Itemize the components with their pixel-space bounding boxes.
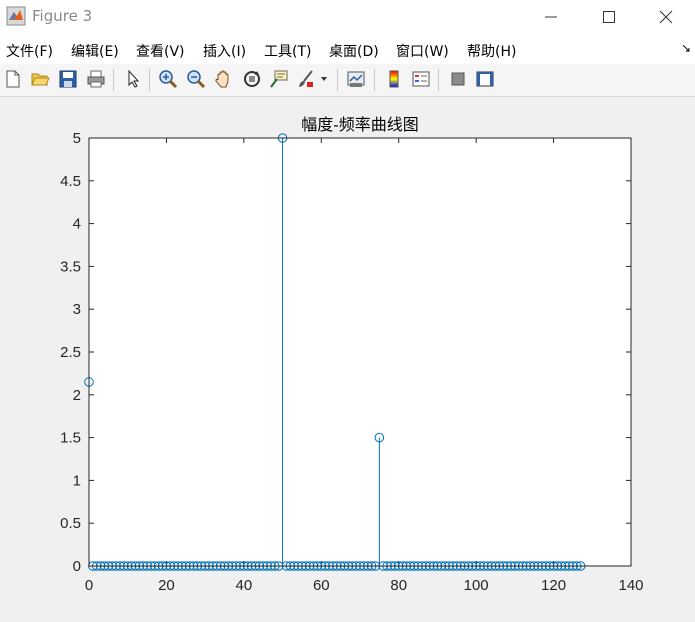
rotate-3d-icon <box>244 71 260 87</box>
rotate-3d-button[interactable] <box>240 67 264 91</box>
data-cursor-icon <box>270 70 288 88</box>
print-button[interactable] <box>84 67 108 91</box>
y-tick-label: 5 <box>73 130 81 147</box>
legend-button[interactable] <box>409 67 433 91</box>
x-tick-label: 140 <box>618 577 643 594</box>
x-tick-label: 0 <box>85 577 93 594</box>
link-plot-icon <box>347 71 365 87</box>
axes-background <box>89 138 631 566</box>
menu-desktop[interactable]: 桌面(D) <box>329 41 379 61</box>
brush-button[interactable] <box>294 67 318 91</box>
show-plot-tools-icon <box>476 71 494 87</box>
close-button[interactable] <box>637 0 695 34</box>
menu-help[interactable]: 帮助(H) <box>467 41 516 61</box>
y-tick-label: 1 <box>73 472 81 489</box>
x-tick-label: 60 <box>313 577 330 594</box>
colorbar-icon <box>389 70 399 88</box>
y-tick-label: 3 <box>73 301 81 318</box>
data-cursor-button[interactable] <box>267 67 291 91</box>
y-tick-label: 0.5 <box>60 515 81 532</box>
toolbar-separator <box>438 69 439 91</box>
edit-plot-arrow-icon <box>128 69 140 88</box>
menu-insert[interactable]: 插入(I) <box>203 41 246 61</box>
x-tick-label: 80 <box>390 577 407 594</box>
menu-bar: 文件(F) 编辑(E) 查看(V) 插入(I) 工具(T) 桌面(D) 窗口(W… <box>0 34 695 64</box>
x-tick-label: 40 <box>236 577 253 594</box>
toolbar-separator <box>374 69 375 91</box>
dock-arrow-icon[interactable]: ↘ <box>681 41 691 55</box>
save-icon <box>59 70 77 88</box>
new-figure-button[interactable] <box>1 67 25 91</box>
zoom-in-icon <box>159 70 178 89</box>
minimize-icon <box>545 16 557 18</box>
chart-title: 幅度-频率曲线图 <box>301 115 418 134</box>
legend-icon <box>412 71 430 87</box>
y-tick-label: 0 <box>73 558 81 575</box>
zoom-out-icon <box>187 70 206 89</box>
maximize-icon <box>603 11 615 23</box>
colorbar-button[interactable] <box>382 67 406 91</box>
matlab-logo-icon <box>6 6 26 26</box>
toolbar-separator <box>337 69 338 91</box>
figure-canvas: 0 20 40 60 80 100 120 140 0 0.5 1 1.5 2 2.5 3 3.5 4 4.5 5 … <box>0 97 695 622</box>
new-figure-icon <box>6 70 20 88</box>
x-tick-label: 100 <box>464 577 489 594</box>
x-tick-label: 20 <box>158 577 175 594</box>
menu-file[interactable]: 文件(F) <box>6 41 53 61</box>
brush-dropdown-icon <box>321 77 327 81</box>
y-tick-label: 4 <box>73 216 81 233</box>
print-icon <box>87 70 105 88</box>
close-icon <box>659 10 673 24</box>
y-tick-label: 2.5 <box>60 344 81 361</box>
window-title: Figure 3 <box>32 7 93 25</box>
brush-icon <box>299 70 313 87</box>
open-file-icon <box>31 73 50 86</box>
save-button[interactable] <box>56 67 80 91</box>
pan-hand-icon <box>215 70 229 88</box>
y-tick-label: 2 <box>73 387 81 404</box>
x-tick-label: 120 <box>541 577 566 594</box>
zoom-out-button[interactable] <box>184 67 208 91</box>
y-tick-label: 4.5 <box>60 173 81 190</box>
hide-plot-tools-button[interactable] <box>446 67 470 91</box>
brush-dropdown-button[interactable] <box>318 67 330 91</box>
toolbar-separator <box>149 69 150 91</box>
toolbar-separator <box>113 69 114 91</box>
menu-edit[interactable]: 编辑(E) <box>71 41 119 61</box>
open-file-button[interactable] <box>28 67 52 91</box>
menu-view[interactable]: 查看(V) <box>136 41 185 61</box>
y-tick-label: 1.5 <box>60 430 81 447</box>
menu-window[interactable]: 窗口(W) <box>396 41 449 61</box>
title-bar: Figure 3 <box>0 0 695 34</box>
hide-plot-tools-icon <box>451 72 465 86</box>
minimize-button[interactable] <box>522 0 580 34</box>
menu-tools[interactable]: 工具(T) <box>264 41 311 61</box>
link-plot-button[interactable] <box>344 67 368 91</box>
zoom-in-button[interactable] <box>156 67 180 91</box>
figure-toolbar <box>0 64 695 97</box>
maximize-button[interactable] <box>580 0 638 34</box>
stem-plot[interactable]: 0 20 40 60 80 100 120 14000.511.522.533.544.55 … <box>0 97 695 622</box>
edit-plot-button[interactable] <box>121 67 145 91</box>
y-tick-label: 3.5 <box>60 258 81 275</box>
show-plot-tools-button[interactable] <box>473 67 497 91</box>
pan-button[interactable] <box>211 67 235 91</box>
